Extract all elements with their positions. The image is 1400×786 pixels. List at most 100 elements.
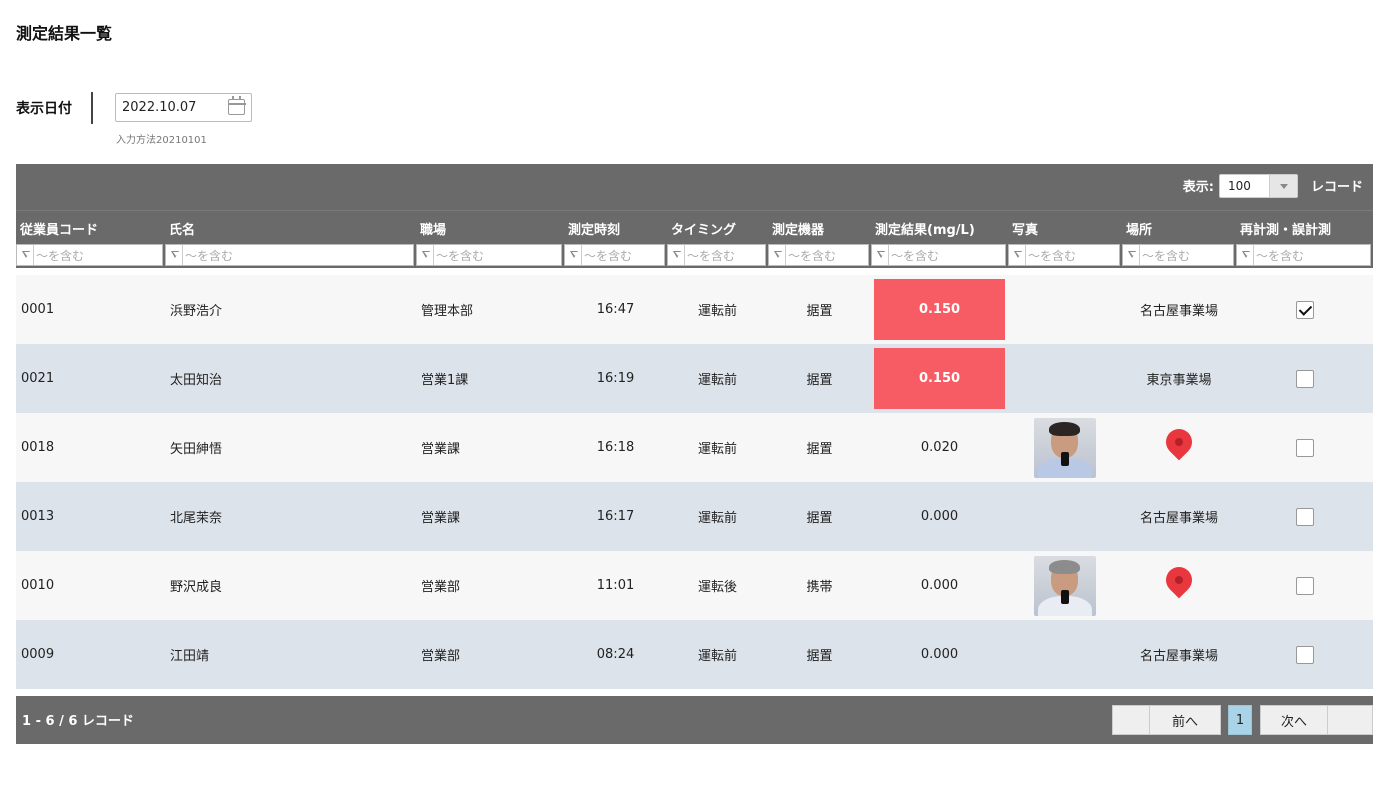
cell-result: 0.000 [871, 551, 1008, 620]
filter-funnel-icon[interactable] [169, 245, 183, 265]
filter-cell-workplace: 〜を含む [416, 244, 564, 268]
filter-funnel-icon[interactable] [875, 245, 889, 265]
table-row[interactable]: 0013 北尾茉奈 営業課 16:17 運転前 据置 0.000 名古屋事業場 [16, 482, 1373, 551]
photo-breathalyzer [1061, 589, 1069, 604]
filter-input-name[interactable]: 〜を含む [165, 244, 414, 266]
cell-text-time: 11:01 [596, 578, 635, 593]
location-text: 名古屋事業場 [1139, 649, 1218, 664]
location-text: 名古屋事業場 [1139, 511, 1218, 526]
cell-timing: 運転前 [667, 482, 768, 551]
cell-device: 据置 [768, 620, 871, 689]
photo-breathalyzer [1061, 451, 1069, 466]
cell-device: 据置 [768, 413, 871, 482]
next-page-button[interactable]: 次へ [1260, 705, 1328, 735]
recheck-checkbox[interactable] [1295, 576, 1314, 595]
result-value: 0.000 [920, 647, 959, 662]
header-row: 従業員コード 氏名 職場 測定時刻 タイミング 測定機器 測定結果(mg/L) 写真 場所 再計測… [16, 210, 1373, 244]
cell-text-device: 携帯 [806, 580, 833, 595]
recheck-checkbox[interactable] [1295, 438, 1314, 457]
filter-cell-photo: 〜を含む [1008, 244, 1122, 268]
cell-workplace: 営業部 [416, 551, 564, 620]
page-size-select[interactable]: 100 [1219, 174, 1298, 198]
filter-cell-result: 〜を含む [871, 244, 1008, 268]
cell-text-name: 北尾茉奈 [170, 511, 223, 526]
column-header-workplace[interactable]: 職場 [416, 211, 564, 244]
filter-input-workplace[interactable]: 〜を含む [416, 244, 562, 266]
cell-text-employee-code: 0018 [21, 440, 55, 455]
recheck-checkbox-checked[interactable] [1295, 300, 1314, 319]
cell-device: 携帯 [768, 551, 871, 620]
map-pin-icon[interactable] [1166, 429, 1192, 467]
cell-photo [1008, 620, 1122, 689]
filter-funnel-icon[interactable] [772, 245, 786, 265]
current-page-button[interactable]: 1 [1228, 705, 1252, 735]
column-header-recheck[interactable]: 再計測・誤計測 [1236, 211, 1373, 244]
filter-input-employee-code[interactable]: 〜を含む [16, 244, 163, 266]
filter-placeholder: 〜を含む [1142, 248, 1191, 263]
filter-funnel-icon[interactable] [671, 245, 685, 265]
employee-photo-dark-hair[interactable] [1034, 417, 1096, 478]
employee-photo-grey-hair[interactable] [1034, 555, 1096, 616]
cell-text-timing: 運転前 [697, 373, 737, 388]
filter-input-result[interactable]: 〜を含む [871, 244, 1006, 266]
filter-funnel-icon[interactable] [1240, 245, 1254, 265]
prev-page-button[interactable]: 前へ [1150, 705, 1221, 735]
cell-text-name: 太田知治 [170, 373, 223, 388]
cell-timing: 運転前 [667, 620, 768, 689]
filter-input-photo[interactable]: 〜を含む [1008, 244, 1120, 266]
filter-cell-name: 〜を含む [165, 244, 416, 268]
column-header-name[interactable]: 氏名 [165, 211, 416, 244]
cell-recheck [1236, 344, 1373, 413]
map-pin-icon[interactable] [1166, 567, 1192, 605]
cell-text-name: 浜野浩介 [170, 304, 223, 319]
filter-funnel-icon[interactable] [568, 245, 582, 265]
table-row[interactable]: 0021 太田知治 営業1課 16:19 運転前 据置 0.150 東京事業場 [16, 344, 1373, 413]
cell-text-employee-code: 0001 [21, 302, 55, 317]
cell-timing: 運転前 [667, 413, 768, 482]
calendar-icon[interactable] [227, 96, 246, 115]
cell-photo [1008, 551, 1122, 620]
table-row[interactable]: 0009 江田靖 営業部 08:24 運転前 据置 0.000 名古屋事業場 [16, 620, 1373, 689]
cell-text-workplace: 営業部 [421, 649, 461, 664]
cell-name: 浜野浩介 [165, 275, 416, 344]
column-header-result[interactable]: 測定結果(mg/L) [871, 211, 1008, 244]
last-page-button[interactable] [1328, 705, 1373, 735]
cell-location: 東京事業場 [1122, 344, 1236, 413]
filter-input-location[interactable]: 〜を含む [1122, 244, 1234, 266]
column-header-photo[interactable]: 写真 [1008, 211, 1122, 244]
filter-input-device[interactable]: 〜を含む [768, 244, 869, 266]
filter-funnel-icon[interactable] [1012, 245, 1026, 265]
table-row[interactable]: 0001 浜野浩介 管理本部 16:47 運転前 据置 0.150 名古屋事業場 [16, 275, 1373, 344]
cell-photo [1008, 344, 1122, 413]
filter-input-timing[interactable]: 〜を含む [667, 244, 766, 266]
column-header-employee-code[interactable]: 従業員コード [16, 211, 165, 244]
column-header-timing[interactable]: タイミング [667, 211, 768, 244]
cell-text-workplace: 営業課 [421, 511, 461, 526]
table-row[interactable]: 0010 野沢成良 営業部 11:01 運転後 携帯 0.000 [16, 551, 1373, 620]
recheck-checkbox[interactable] [1295, 369, 1314, 388]
filter-funnel-icon[interactable] [20, 245, 34, 265]
filter-funnel-icon[interactable] [1126, 245, 1140, 265]
chevron-down-icon[interactable] [1269, 175, 1297, 197]
result-value: 0.020 [920, 440, 959, 455]
cell-name: 北尾茉奈 [165, 482, 416, 551]
recheck-checkbox[interactable] [1295, 507, 1314, 526]
cell-text-employee-code: 0010 [21, 578, 55, 593]
first-page-button[interactable] [1112, 705, 1150, 735]
cell-timing: 運転後 [667, 551, 768, 620]
filter-cell-timing: 〜を含む [667, 244, 768, 268]
date-input[interactable]: 2022.10.07 [115, 93, 252, 122]
filter-input-recheck[interactable]: 〜を含む [1236, 244, 1371, 266]
filter-placeholder: 〜を含む [687, 248, 736, 263]
cell-timing: 運転前 [667, 275, 768, 344]
cell-employee-code: 0021 [16, 344, 165, 413]
column-header-time[interactable]: 測定時刻 [564, 211, 667, 244]
filter-input-time[interactable]: 〜を含む [564, 244, 665, 266]
recheck-checkbox[interactable] [1295, 645, 1314, 664]
page-size-suffix: レコード [1310, 180, 1363, 195]
table-row[interactable]: 0018 矢田紳悟 営業課 16:18 運転前 据置 0.020 [16, 413, 1373, 482]
cell-text-time: 16:17 [596, 509, 635, 524]
filter-funnel-icon[interactable] [420, 245, 434, 265]
column-header-location[interactable]: 場所 [1122, 211, 1236, 244]
column-header-device[interactable]: 測定機器 [768, 211, 871, 244]
